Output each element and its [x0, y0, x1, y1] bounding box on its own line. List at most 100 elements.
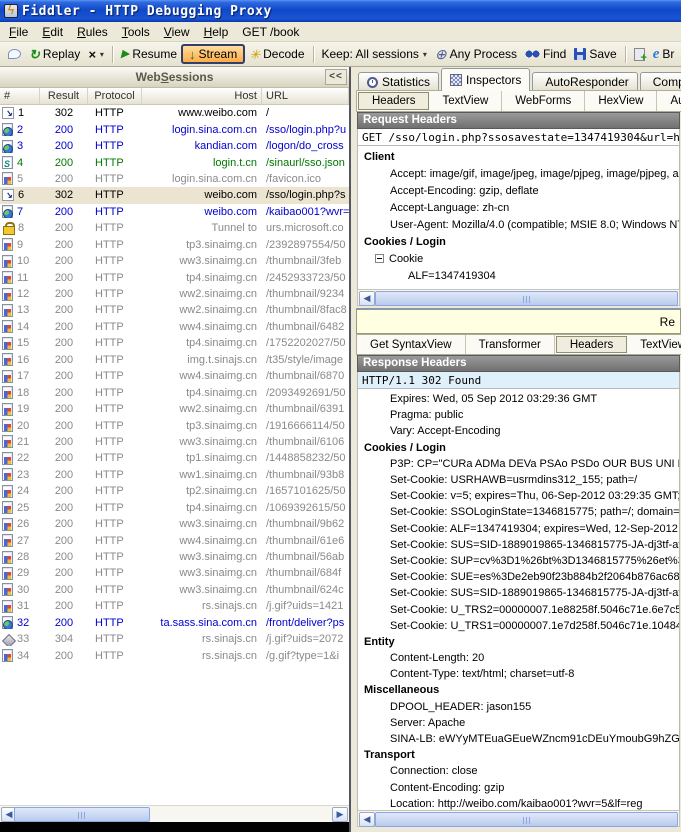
table-row[interactable]: 29 200 HTTP ww3.sinaimg.cn /thumbnail/68… [0, 565, 349, 581]
replay-button[interactable]: ↻Replay [25, 45, 84, 63]
table-row[interactable]: 31 200 HTTP rs.sinajs.cn /j.gif?uids=142… [0, 598, 349, 614]
request-tab[interactable]: Headers [358, 92, 429, 110]
session-result: 200 [40, 140, 88, 152]
request-tab[interactable]: HexView [585, 91, 657, 111]
main-tab[interactable]: Inspectors [441, 68, 530, 91]
scrollbar-thumb[interactable] [375, 812, 678, 827]
session-column-headers: # Result Protocol Host URL [0, 88, 349, 105]
session-protocol: HTTP [88, 518, 142, 530]
table-row[interactable]: 27 200 HTTP ww4.sinaimg.cn /thumbnail/61… [0, 532, 349, 548]
main-tab[interactable]: AutoResponder [532, 72, 637, 91]
column-header-protocol[interactable]: Protocol [88, 88, 142, 104]
request-tab[interactable]: Auth [657, 91, 681, 111]
session-result: 200 [40, 535, 88, 547]
find-button[interactable]: Find [521, 45, 570, 63]
table-row[interactable]: 3 200 HTTP kandian.com /logon/do_cross [0, 138, 349, 154]
session-url: /sinaurl/sso.json [262, 157, 349, 169]
table-row[interactable]: 34 200 HTTP rs.sinajs.cn /g.gif?type=1&i [0, 647, 349, 663]
table-row[interactable]: 17 200 HTTP ww4.sinaimg.cn /thumbnail/68… [0, 368, 349, 384]
column-header-number[interactable]: # [0, 88, 40, 104]
session-protocol: HTTP [88, 535, 142, 547]
table-row[interactable]: 14 200 HTTP ww4.sinaimg.cn /thumbnail/64… [0, 319, 349, 335]
table-row[interactable]: 15 200 HTTP tp4.sinaimg.cn /1752202027/5… [0, 335, 349, 351]
session-number: 33 [17, 633, 29, 645]
quickexec-command-bar[interactable] [0, 822, 349, 832]
comment-button[interactable] [4, 47, 25, 61]
save-button[interactable]: Save [570, 45, 620, 63]
browse-button[interactable]: eBr [649, 45, 679, 63]
table-row[interactable]: 22 200 HTTP tp1.sinaimg.cn /1448858232/5… [0, 450, 349, 466]
scrollbar-thumb[interactable] [375, 291, 678, 306]
table-row[interactable]: 16 200 HTTP img.t.sinajs.cn /t35/style/i… [0, 352, 349, 368]
table-row[interactable]: 9 200 HTTP tp3.sinaimg.cn /2392897554/50 [0, 237, 349, 253]
stream-button[interactable]: ↓Stream [181, 44, 245, 64]
decode-button[interactable]: ✳Decode [245, 45, 308, 63]
resume-button[interactable]: ▶Resume [117, 45, 181, 63]
table-row[interactable]: 23 200 HTTP ww1.sinaimg.cn /thumbnail/93… [0, 467, 349, 483]
column-header-result[interactable]: Result [40, 88, 88, 104]
menu-item[interactable]: GET /book [235, 23, 306, 41]
menu-item[interactable]: Help [197, 23, 236, 41]
screenshot-button[interactable] [630, 46, 649, 63]
column-header-host[interactable]: Host [142, 88, 262, 104]
table-row[interactable]: 12 200 HTTP ww2.sinaimg.cn /thumbnail/92… [0, 286, 349, 302]
table-row[interactable]: 24 200 HTTP tp2.sinaimg.cn /1657101625/5… [0, 483, 349, 499]
session-protocol: HTTP [88, 140, 142, 152]
session-type-icon [2, 107, 14, 119]
session-type-icon [2, 205, 13, 218]
table-row[interactable]: 32 200 HTTP ta.sass.sina.com.cn /front/d… [0, 615, 349, 631]
table-row[interactable]: 5 200 HTTP login.sina.com.cn /favicon.ic… [0, 171, 349, 187]
table-row[interactable]: 28 200 HTTP ww3.sinaimg.cn /thumbnail/56… [0, 549, 349, 565]
response-horizontal-scrollbar[interactable]: ◀ [357, 810, 680, 827]
table-row[interactable]: 25 200 HTTP tp4.sinaimg.cn /1069392615/5… [0, 500, 349, 516]
table-row[interactable]: 26 200 HTTP ww3.sinaimg.cn /thumbnail/9b… [0, 516, 349, 532]
menu-item[interactable]: File [2, 23, 35, 41]
header-line: ALF=1347419304 [358, 267, 679, 284]
table-row[interactable]: 11 200 HTTP tp4.sinaimg.cn /2452933723/5… [0, 269, 349, 285]
response-tab[interactable]: Transformer [466, 335, 555, 354]
table-row[interactable]: 7 200 HTTP weibo.com /kaibao001?wvr= [0, 204, 349, 220]
scroll-right-arrow[interactable]: ▶ [332, 807, 348, 822]
header-line: Content-Encoding: gzip [358, 780, 679, 796]
menu-item[interactable]: Edit [35, 23, 70, 41]
response-tab[interactable]: TextView [627, 335, 681, 354]
table-row[interactable]: 18 200 HTTP tp4.sinaimg.cn /2093492691/5… [0, 384, 349, 400]
remove-sessions-button[interactable]: ×▾ [84, 46, 108, 63]
request-tab[interactable]: WebForms [502, 91, 585, 111]
session-url: /1657101625/50 [262, 485, 349, 497]
table-row[interactable]: 33 304 HTTP rs.sinajs.cn /j.gif?uids=207… [0, 631, 349, 647]
request-horizontal-scrollbar[interactable]: ◀ [357, 289, 680, 306]
scroll-left-arrow[interactable]: ◀ [359, 812, 375, 827]
menu-item[interactable]: Tools [115, 23, 157, 41]
table-row[interactable]: 2 200 HTTP login.sina.com.cn /sso/login.… [0, 121, 349, 137]
table-row[interactable]: 1 302 HTTP www.weibo.com / [0, 105, 349, 121]
main-tab[interactable]: Comp [640, 72, 681, 91]
table-row[interactable]: 20 200 HTTP tp3.sinaimg.cn /1916666114/5… [0, 417, 349, 433]
collapse-expander-icon[interactable] [375, 254, 384, 263]
table-row[interactable]: 4 200 HTTP login.t.cn /sinaurl/sso.json [0, 154, 349, 170]
table-row[interactable]: 30 200 HTTP ww3.sinaimg.cn /thumbnail/62… [0, 582, 349, 598]
table-row[interactable]: 8 200 HTTP Tunnel to urs.microsoft.co [0, 220, 349, 236]
main-tab[interactable]: Statistics [358, 72, 439, 91]
table-row[interactable]: 6 302 HTTP weibo.com /sso/login.php?s [0, 187, 349, 203]
column-header-url[interactable]: URL [262, 88, 349, 104]
request-tab[interactable]: TextView [429, 91, 502, 111]
table-row[interactable]: 19 200 HTTP ww2.sinaimg.cn /thumbnail/63… [0, 401, 349, 417]
collapse-panel-button[interactable]: << [325, 69, 347, 85]
table-row[interactable]: 21 200 HTTP ww3.sinaimg.cn /thumbnail/61… [0, 434, 349, 450]
header-line: Cookies / Login [358, 233, 679, 250]
menu-item[interactable]: View [157, 23, 197, 41]
response-encoding-notice[interactable]: Re [356, 308, 681, 334]
menu-item[interactable]: Rules [70, 23, 115, 41]
any-process-button[interactable]: ⊕Any Process [431, 45, 521, 63]
table-row[interactable]: 13 200 HTTP ww2.sinaimg.cn /thumbnail/8f… [0, 302, 349, 318]
session-type-icon [2, 485, 13, 498]
table-row[interactable]: 10 200 HTTP ww3.sinaimg.cn /thumbnail/3f… [0, 253, 349, 269]
keep-sessions-dropdown[interactable]: Keep: All sessions▾ [318, 45, 431, 63]
response-tab[interactable]: Headers [556, 336, 627, 353]
scroll-left-arrow[interactable]: ◀ [359, 291, 375, 306]
response-tab[interactable]: Get SyntaxView [357, 335, 466, 354]
scrollbar-thumb[interactable] [14, 807, 150, 822]
sessions-horizontal-scrollbar[interactable]: ◀ ▶ [0, 805, 349, 822]
session-host: tp3.sinaimg.cn [142, 420, 262, 432]
